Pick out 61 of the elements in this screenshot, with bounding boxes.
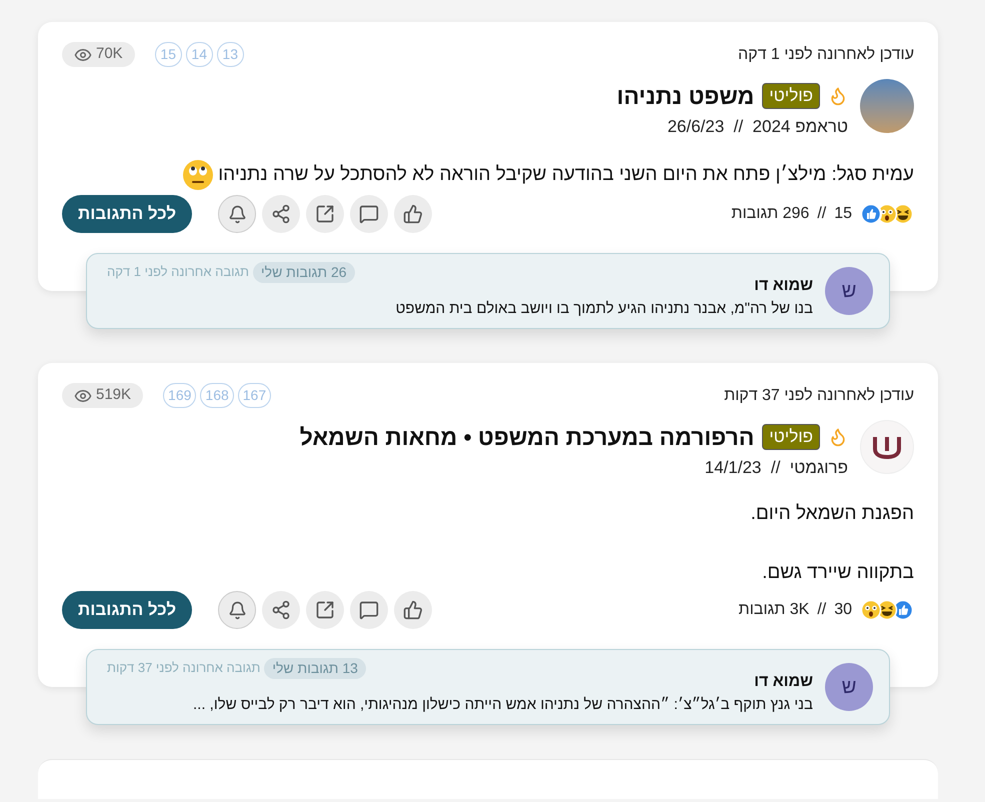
- reply-text: בנו של רה"מ, אבנר נתניהו הגיע לתמוך בו ויושב באולם בית המשפט: [394, 298, 813, 318]
- page-link[interactable]: 14: [186, 42, 213, 67]
- category-tag: פוליטי: [762, 83, 820, 110]
- reaction-count: 15: [834, 204, 852, 224]
- page-link[interactable]: 168: [200, 383, 234, 408]
- latest-reply-card[interactable]: ש שמוא דו 26 תגובות שלי תגובה אחרונה לפני 1 דקה בנו של רה"מ, אבנר נתניהו הגיע לתמוך בו ויושב באולם בית המשפט: [86, 252, 890, 329]
- post-text: הפגנת השמאל היום.: [750, 502, 914, 526]
- latest-reply-card[interactable]: ש שמוא דו 13 תגובות שלי תגובה אחרונה לפני 37 דקות בני גנץ תוקף ב׳גל״צ׳: ״ההצהרה של נתניהו אמש הייתה כישלון מנהיגותי, הוא דיבר רק לבייס שלו, ...: [86, 648, 890, 725]
- comment-button[interactable]: [350, 195, 388, 233]
- comment-button[interactable]: [350, 591, 388, 629]
- last-updated: עודכן לאחרונה לפני 37 דקות: [724, 386, 914, 406]
- open-external-button[interactable]: [306, 591, 344, 629]
- post-title: הרפורמה במערכת המשפט • מחאות השמאל: [300, 423, 754, 452]
- comments-count: 3K תגובות: [738, 600, 810, 620]
- last-reply-time: תגובה אחרונה לפני 37 דקות: [107, 659, 260, 678]
- all-comments-button[interactable]: לכל התגובות: [62, 591, 192, 629]
- external-link-icon: [315, 204, 336, 224]
- user-name: שמוא דו: [754, 672, 813, 692]
- user-name: שמוא דו: [754, 276, 813, 296]
- user-avatar: ש: [825, 266, 873, 315]
- category-tag: פוליטי: [762, 424, 820, 450]
- user-avatar: ש: [825, 662, 873, 711]
- post-text: עמית סגל: מילצ׳ן פתח את היום השני בהודעה שקיבל הוראה לא להסתכל על שרה נתניהו: [218, 162, 914, 187]
- share-button[interactable]: [262, 195, 300, 233]
- separator: //: [817, 600, 826, 620]
- open-external-button[interactable]: [306, 195, 344, 233]
- page-link[interactable]: 167: [238, 383, 272, 408]
- share-icon: [271, 204, 292, 224]
- separator: //: [817, 204, 826, 224]
- external-link-icon: [315, 600, 336, 620]
- post-subtitle: פרוגמטי // 14/1/23: [704, 456, 848, 478]
- views-count: 70K: [96, 44, 123, 64]
- reaction-count: 30: [834, 600, 852, 620]
- post-title: משפט נתניהו: [616, 82, 754, 111]
- share-button[interactable]: [262, 591, 300, 629]
- bell-icon: [228, 204, 247, 224]
- notification-button[interactable]: [218, 195, 256, 233]
- speech-bubble-icon: [359, 600, 380, 620]
- post-text: בתקווה שיירד גשם.: [762, 560, 914, 584]
- views-count: 519K: [96, 385, 132, 406]
- page-link[interactable]: 15: [154, 42, 182, 67]
- reply-text: בני גנץ תוקף ב׳גל״צ׳: ״ההצהרה של נתניהו אמש הייתה כישלון מנהיגותי, הוא דיבר רק לבייס שלו, ...: [192, 694, 813, 714]
- notification-button[interactable]: [218, 591, 256, 629]
- thumbs-up-icon: [403, 600, 424, 620]
- thumbs-up-icon: [403, 204, 424, 224]
- my-replies-badge: 13 תגובות שלי: [264, 658, 366, 678]
- page-link[interactable]: 169: [163, 383, 196, 408]
- bell-icon: [228, 600, 247, 620]
- like-button[interactable]: [394, 591, 432, 629]
- comments-count: 296 תגובות: [731, 204, 810, 224]
- shocked-face-icon: [860, 599, 882, 621]
- last-reply-time: תגובה אחרונה לפני 1 דקה: [107, 263, 250, 282]
- photo-placeholder: [860, 79, 914, 133]
- my-replies-badge: 26 תגובות שלי: [253, 262, 355, 282]
- all-comments-button[interactable]: לכל התגובות: [62, 195, 192, 233]
- last-updated: עודכן לאחרונה לפני 1 דקה: [738, 44, 914, 64]
- like-button[interactable]: [394, 195, 432, 233]
- share-icon: [271, 600, 292, 620]
- post-subtitle: טראמפ 2024 // 26/6/23: [666, 116, 848, 138]
- page-link[interactable]: 13: [216, 42, 244, 67]
- speech-bubble-icon: [359, 204, 380, 224]
